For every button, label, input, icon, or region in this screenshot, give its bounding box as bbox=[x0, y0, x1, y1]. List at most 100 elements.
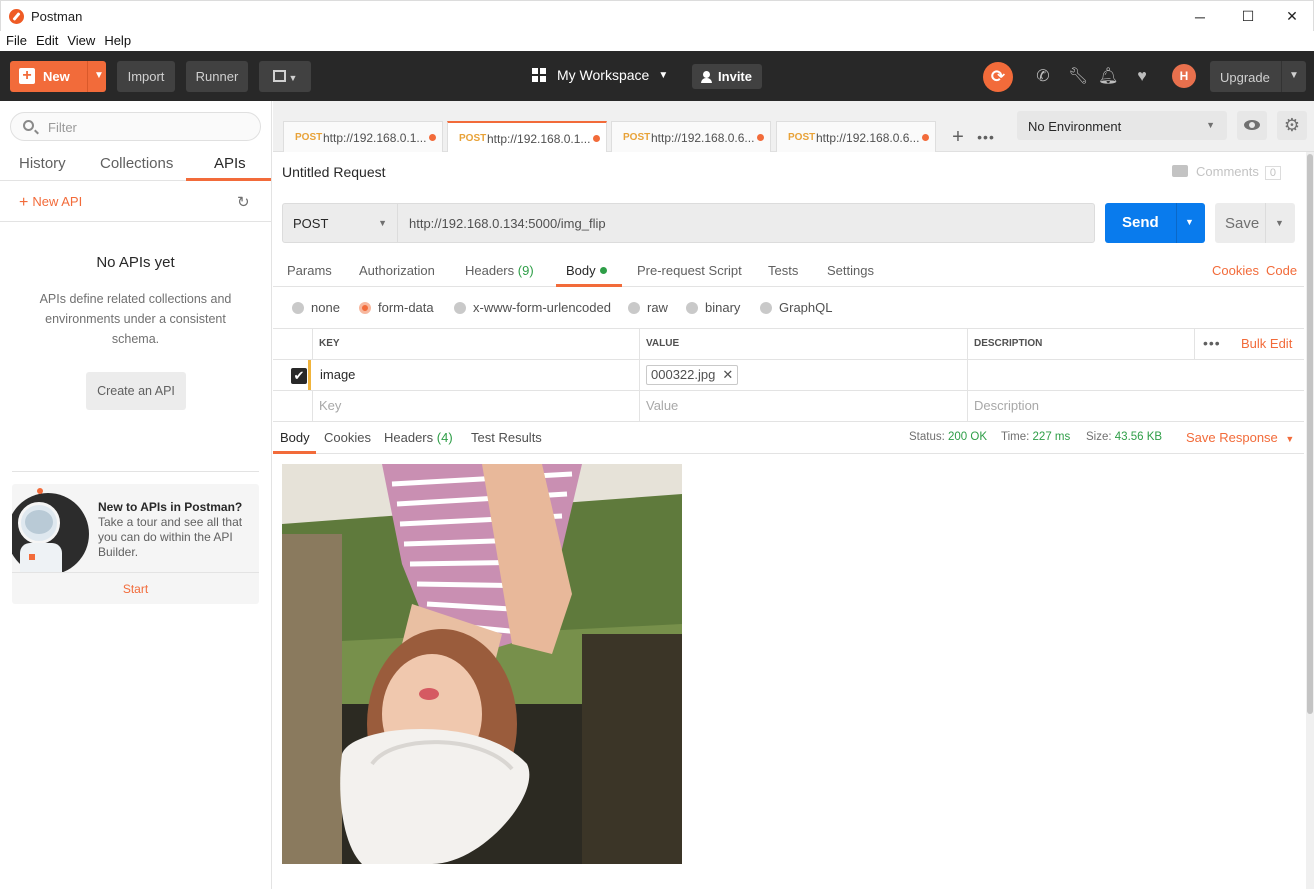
main-scrollbar[interactable] bbox=[1306, 152, 1314, 889]
radio-binary[interactable]: binary bbox=[686, 300, 740, 315]
url-input[interactable]: http://192.168.0.134:5000/img_flip bbox=[409, 216, 606, 231]
maximize-button[interactable]: ☐ bbox=[1225, 1, 1271, 32]
bulk-edit-link[interactable]: Bulk Edit bbox=[1241, 329, 1292, 359]
wrench-icon[interactable]: 🔧︎ bbox=[1068, 67, 1088, 87]
scrollbar-thumb[interactable] bbox=[1307, 154, 1313, 714]
start-link[interactable]: Start bbox=[12, 582, 259, 596]
column-value: VALUE bbox=[639, 329, 967, 360]
menu-edit[interactable]: Edit bbox=[36, 31, 58, 51]
form-data-table: KEY VALUE DESCRIPTION ••• Bulk Edit ✔ im… bbox=[273, 328, 1304, 422]
row-checkbox[interactable]: ✔ bbox=[291, 368, 307, 384]
eye-icon bbox=[1244, 120, 1260, 130]
body-mode-radios: none form-data x-www-form-urlencoded raw… bbox=[273, 294, 1304, 322]
close-icon[interactable]: ✕ bbox=[722, 367, 733, 382]
promo-title: New to APIs in Postman? bbox=[98, 500, 243, 514]
tab-authorization[interactable]: Authorization bbox=[359, 263, 435, 278]
empty-description: APIs define related collections and envi… bbox=[39, 292, 232, 346]
new-window-button[interactable]: ▼ bbox=[259, 61, 311, 92]
save-response-button[interactable]: Save Response ▼ bbox=[1186, 430, 1294, 445]
menu-view[interactable]: View bbox=[67, 31, 95, 51]
method-select[interactable]: POST ▼ bbox=[283, 204, 398, 242]
tab-headers[interactable]: Headers (9) bbox=[465, 263, 534, 278]
save-button[interactable]: Save ▼ bbox=[1215, 203, 1295, 243]
tab-params[interactable]: Params bbox=[287, 263, 332, 278]
tab-apis[interactable]: APIs bbox=[214, 155, 246, 172]
menu-file[interactable]: File bbox=[6, 31, 27, 51]
radio-none[interactable]: none bbox=[292, 300, 340, 315]
environment-select[interactable]: No Environment ▼ bbox=[1017, 111, 1227, 140]
window-title: Postman bbox=[31, 9, 83, 24]
tab-history[interactable]: History bbox=[19, 155, 66, 172]
heart-icon[interactable]: ♥ bbox=[1132, 67, 1152, 87]
sidebar-tabs: History Collections APIs bbox=[0, 146, 271, 181]
chevron-down-icon[interactable]: ▼ bbox=[94, 70, 104, 81]
value-placeholder[interactable]: Value bbox=[639, 391, 967, 422]
tab-body[interactable]: Body bbox=[566, 263, 607, 278]
cookies-link[interactable]: Cookies bbox=[1212, 263, 1259, 278]
send-button[interactable]: Send ▼ bbox=[1105, 203, 1205, 243]
request-title: Untitled Request bbox=[282, 164, 386, 180]
tab-settings[interactable]: Settings bbox=[827, 263, 874, 278]
new-api-button[interactable]: + New API bbox=[19, 194, 82, 212]
more-options-icon[interactable]: ••• bbox=[1203, 329, 1221, 357]
postman-logo-icon bbox=[9, 9, 24, 24]
radio-graphql[interactable]: GraphQL bbox=[760, 300, 832, 315]
new-button[interactable]: + New ▼ bbox=[10, 61, 106, 92]
key-cell[interactable]: image bbox=[312, 360, 639, 391]
request-tab[interactable]: POST http://192.168.0.1... bbox=[283, 121, 443, 152]
chevron-down-icon: ▼ bbox=[1206, 120, 1215, 130]
workspace-switcher[interactable]: My Workspace ▼ bbox=[532, 67, 668, 83]
new-tab-button[interactable]: + bbox=[944, 123, 972, 151]
unsaved-dot bbox=[593, 135, 600, 142]
comments-button[interactable]: Comments 0 bbox=[1172, 164, 1281, 180]
chevron-down-icon[interactable]: ▼ bbox=[1275, 218, 1284, 228]
code-link[interactable]: Code bbox=[1266, 263, 1297, 278]
create-api-button[interactable]: Create an API bbox=[86, 372, 186, 410]
menu-help[interactable]: Help bbox=[104, 31, 131, 51]
import-button[interactable]: Import bbox=[117, 61, 175, 92]
radio-raw[interactable]: raw bbox=[628, 300, 668, 315]
request-tab-active[interactable]: POST http://192.168.0.1... bbox=[447, 121, 607, 152]
more-tabs-icon[interactable]: ••• bbox=[973, 123, 999, 151]
response-tab-test-results[interactable]: Test Results bbox=[471, 430, 542, 445]
description-cell[interactable] bbox=[967, 360, 1304, 391]
table-header-row: KEY VALUE DESCRIPTION ••• Bulk Edit bbox=[273, 329, 1304, 360]
promo-card: New to APIs in Postman? Take a tour and … bbox=[12, 484, 259, 604]
chevron-down-icon: ▼ bbox=[658, 69, 669, 81]
satellite-icon[interactable]: ✆ bbox=[1033, 67, 1053, 87]
environment-quick-look-button[interactable] bbox=[1237, 111, 1267, 140]
runner-button[interactable]: Runner bbox=[186, 61, 248, 92]
description-placeholder[interactable]: Description bbox=[967, 391, 1304, 422]
request-tab[interactable]: POST http://192.168.0.6... bbox=[611, 121, 771, 152]
response-tab-headers[interactable]: Headers (4) bbox=[384, 430, 453, 445]
avatar-icon[interactable]: H bbox=[1172, 64, 1196, 88]
tab-pre-request-script[interactable]: Pre-request Script bbox=[637, 263, 742, 278]
empty-title: No APIs yet bbox=[96, 254, 175, 271]
unsaved-dot bbox=[757, 134, 764, 141]
tab-collections[interactable]: Collections bbox=[100, 155, 173, 172]
sidebar: Filter History Collections APIs + New API… bbox=[0, 101, 272, 889]
filter-input[interactable]: Filter bbox=[10, 112, 261, 141]
radio-x-www-form-urlencoded[interactable]: x-www-form-urlencoded bbox=[454, 300, 611, 315]
key-placeholder[interactable]: Key bbox=[312, 391, 639, 422]
response-tab-body[interactable]: Body bbox=[280, 430, 310, 445]
minimize-button[interactable]: ─ bbox=[1177, 1, 1223, 32]
close-window-button[interactable]: ✕ bbox=[1269, 1, 1314, 32]
value-cell[interactable]: 000322.jpg ✕ bbox=[639, 360, 967, 391]
size-readout: Size: 43.56 KB bbox=[1086, 431, 1163, 443]
refresh-icon[interactable]: ↻ bbox=[237, 193, 250, 211]
invite-button[interactable]: Invite bbox=[692, 64, 762, 89]
response-image bbox=[282, 464, 682, 864]
comments-count: 0 bbox=[1264, 166, 1281, 180]
tab-tests[interactable]: Tests bbox=[768, 263, 798, 278]
gear-icon[interactable]: ⚙ bbox=[1277, 111, 1307, 140]
sync-icon[interactable]: ⟳ bbox=[983, 62, 1013, 92]
response-tab-cookies[interactable]: Cookies bbox=[324, 430, 371, 445]
upgrade-button[interactable]: Upgrade ▼ bbox=[1210, 61, 1306, 92]
chevron-down-icon[interactable]: ▼ bbox=[1185, 217, 1194, 227]
chevron-down-icon[interactable]: ▼ bbox=[1289, 70, 1299, 81]
request-tab[interactable]: POST http://192.168.0.6... bbox=[776, 121, 936, 152]
search-icon bbox=[23, 120, 34, 131]
radio-form-data[interactable]: form-data bbox=[359, 300, 434, 315]
bell-icon[interactable]: 🔔︎ bbox=[1098, 67, 1118, 87]
